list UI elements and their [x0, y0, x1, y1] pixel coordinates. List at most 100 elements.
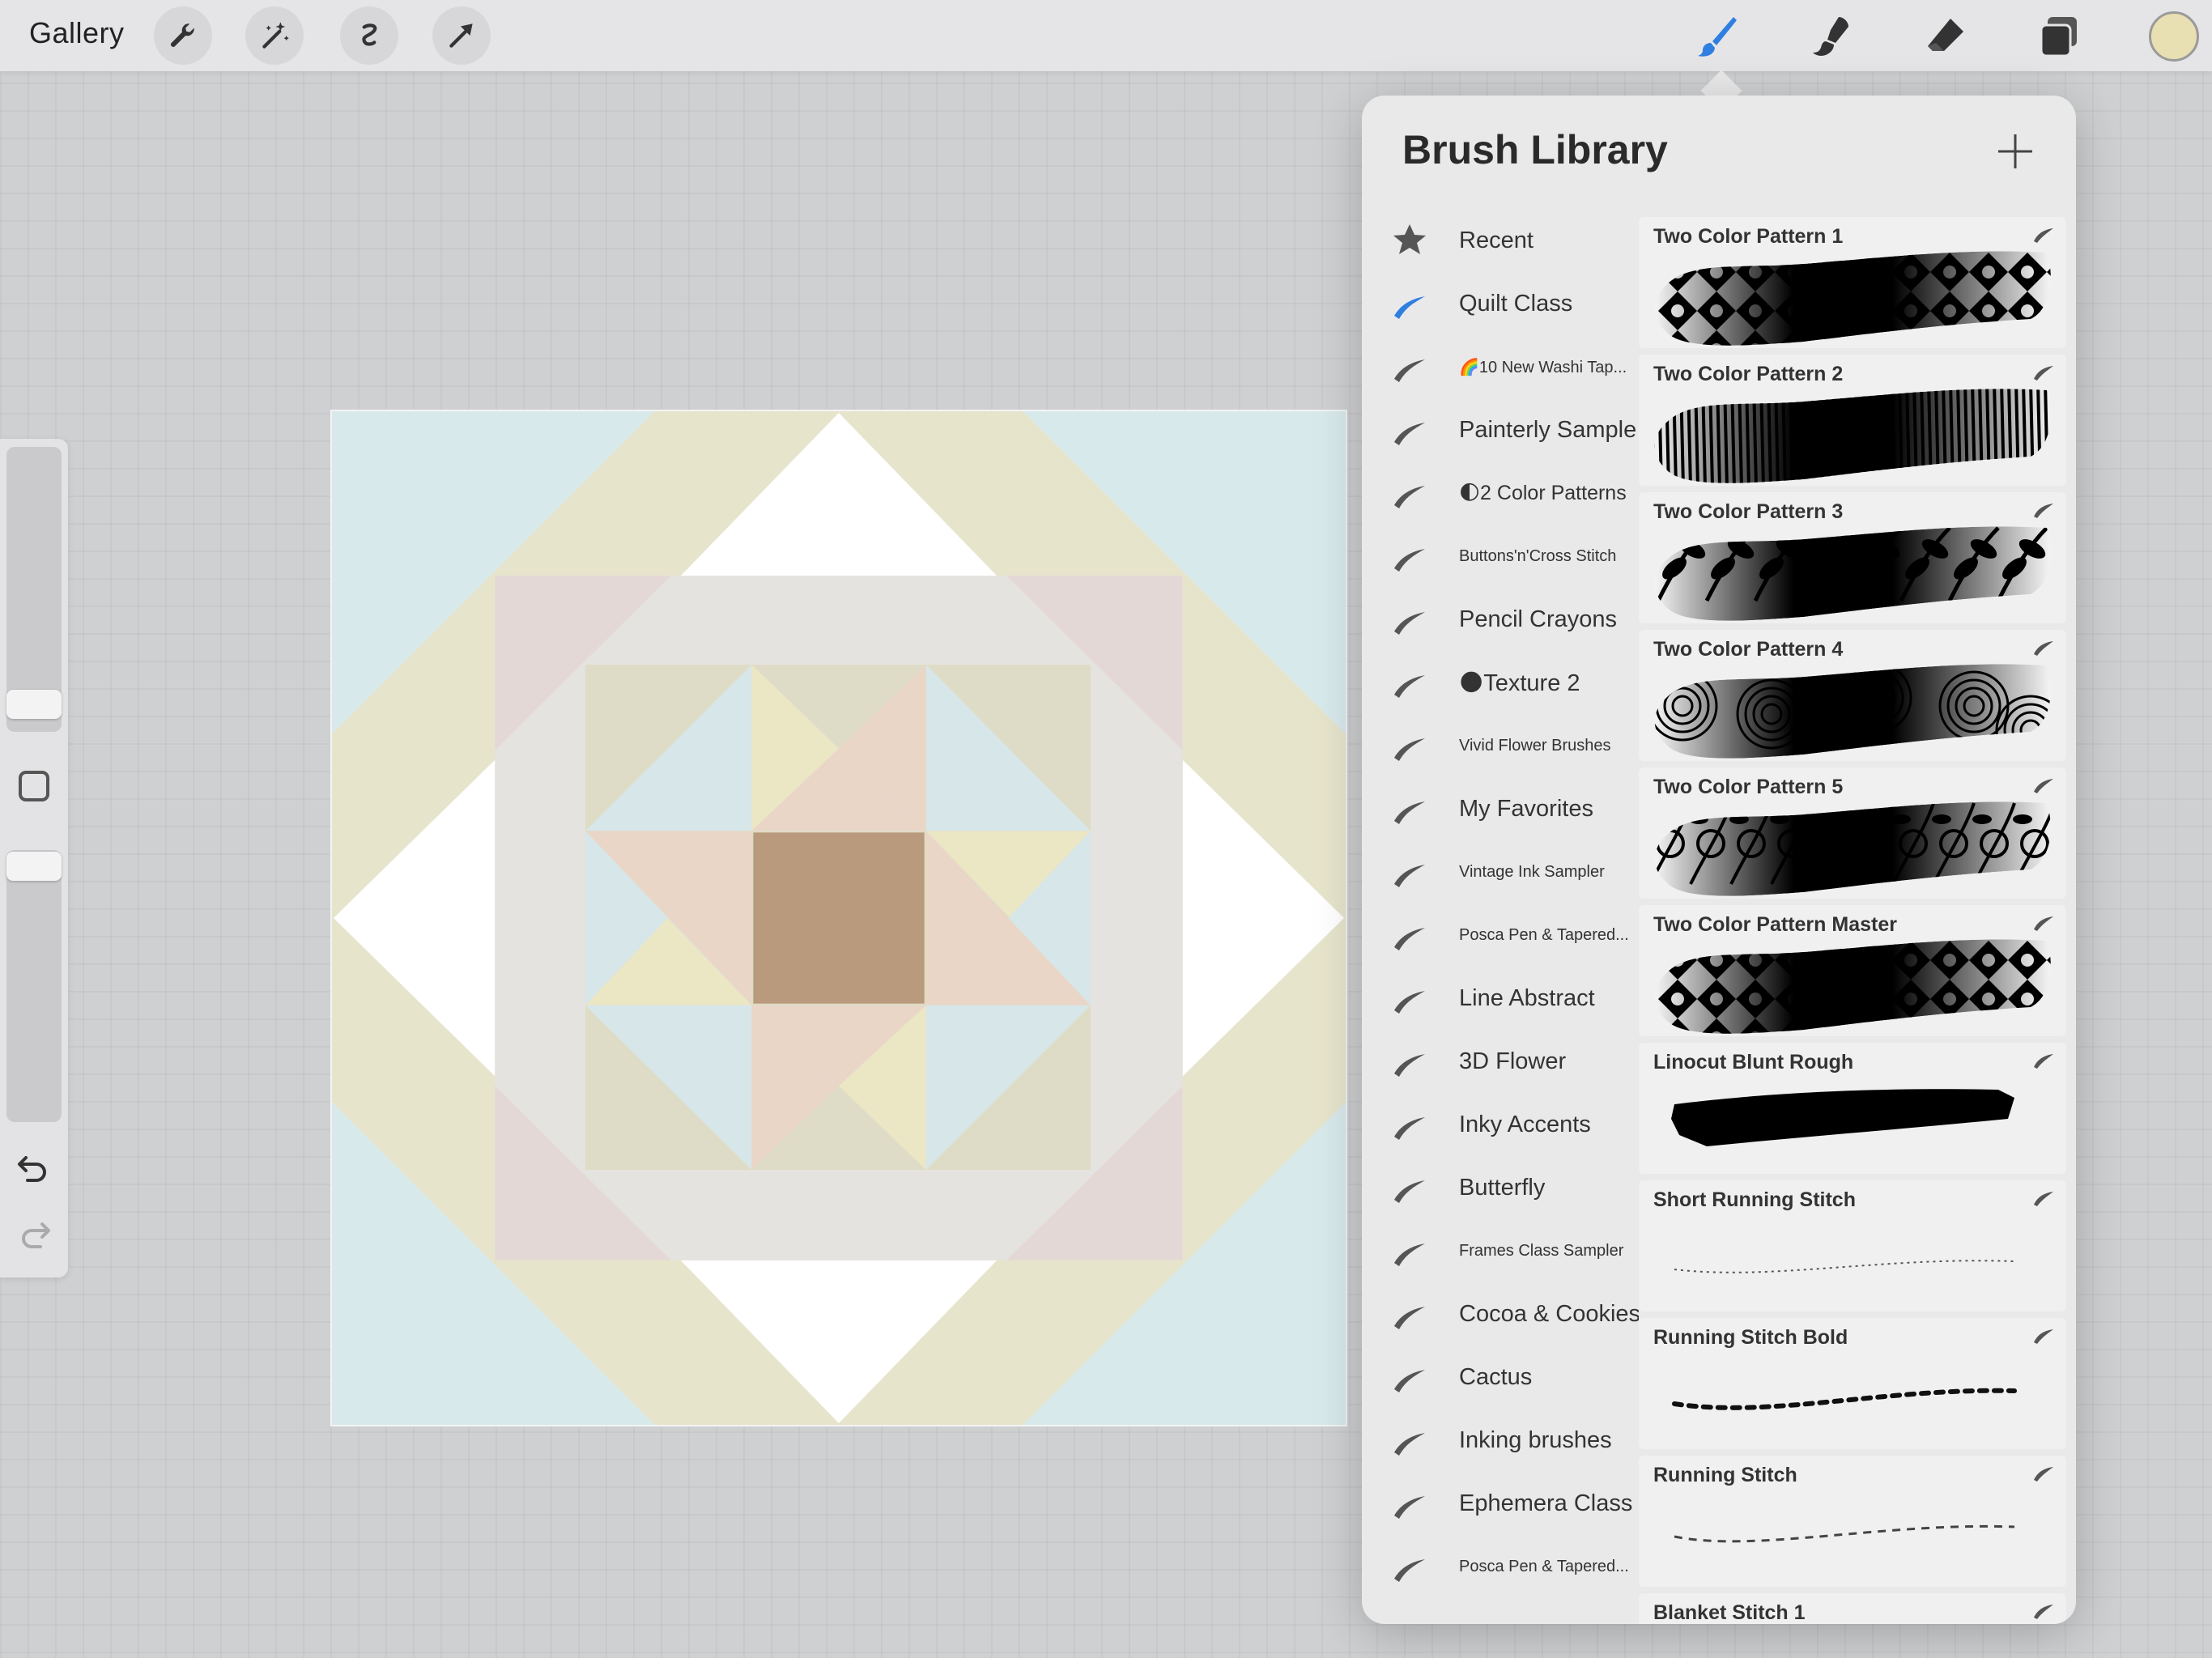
- brush-set-label: Pencil Crayons: [1459, 606, 1618, 632]
- brush-stroke-icon: [2034, 779, 2053, 793]
- brush-library-panel: Brush Library Recent Quilt Class 🌈10 New W…: [1362, 96, 2076, 1624]
- brush-card[interactable]: Two Color Pattern 2: [1639, 355, 2066, 486]
- redo-icon[interactable]: [16, 1216, 52, 1252]
- adjustments-button[interactable]: [245, 6, 304, 65]
- brush-set-item[interactable]: 🌑Texture 2: [1362, 651, 1637, 714]
- left-sidebar: [0, 439, 68, 1278]
- undo-icon[interactable]: [16, 1150, 52, 1185]
- brush-set-item[interactable]: Line Abstract: [1362, 967, 1637, 1030]
- brush-card[interactable]: Running Stitch: [1639, 1456, 2066, 1587]
- brush-stroke-icon: [1394, 423, 1425, 445]
- top-toolbar: Gallery: [0, 0, 2212, 71]
- modify-square-icon[interactable]: [19, 771, 49, 801]
- brush-set-item[interactable]: Quilt Class: [1362, 272, 1637, 335]
- brush-set-item[interactable]: Butterfly: [1362, 1156, 1637, 1219]
- brush-set-item[interactable]: Ephemera Class: [1362, 1472, 1637, 1535]
- brush-name: Running Stitch: [1653, 1464, 1797, 1486]
- brush-card[interactable]: Two Color Pattern Master: [1639, 905, 2066, 1036]
- brush-stroke-icon: [1394, 1244, 1425, 1266]
- brush-set-item[interactable]: Frames Class Sampler: [1362, 1219, 1637, 1282]
- brush-stroke-icon: [1394, 549, 1425, 572]
- brush-stroke-icon: [1394, 1370, 1425, 1392]
- brush-stroke-icon: [2034, 1054, 2053, 1069]
- brush-name: Blanket Stitch 1: [1653, 1601, 1806, 1624]
- brush-stroke-icon: [2034, 1467, 2053, 1482]
- brush-stroke-icon: [2034, 916, 2053, 931]
- selection-button[interactable]: [340, 6, 398, 65]
- brush-name: Two Color Pattern Master: [1653, 913, 1897, 936]
- brush-name: Short Running Stitch: [1653, 1188, 1856, 1211]
- gallery-button[interactable]: Gallery: [29, 16, 125, 50]
- brush-set-label: Posca Pen & Tapered...: [1459, 925, 1629, 944]
- eraser-tool-button[interactable]: [1917, 8, 1974, 65]
- opacity-slider[interactable]: [6, 850, 62, 1122]
- brush-set-item[interactable]: Pencil Crayons: [1362, 588, 1637, 651]
- brush-set-item[interactable]: Painterly Sample: [1362, 398, 1637, 461]
- add-brush-set-plus-icon[interactable]: [1995, 131, 2035, 172]
- magic-wand-icon: [262, 22, 289, 49]
- brush-stroke-icon: [1394, 801, 1425, 824]
- brush-set-label: 🌈10 New Washi Tap...: [1459, 358, 1627, 376]
- transform-arrow-icon: [449, 23, 473, 48]
- brush-card[interactable]: Two Color Pattern 4: [1639, 630, 2066, 761]
- brush-name: Two Color Pattern 5: [1653, 776, 1844, 798]
- brush-set-label: Recent: [1459, 227, 1534, 253]
- brush-set-item[interactable]: Inky Accents: [1362, 1093, 1637, 1156]
- brush-set-label: Cactus: [1459, 1363, 1533, 1390]
- paintbrush-icon: [1698, 17, 1737, 57]
- brush-set-label: Quilt Class: [1459, 290, 1573, 317]
- brush-set-label: Vintage Ink Sampler: [1459, 862, 1605, 881]
- brush-set-item[interactable]: Cactus: [1362, 1346, 1637, 1409]
- brush-card[interactable]: Linocut Blunt Rough: [1639, 1043, 2066, 1174]
- brush-set-item[interactable]: 🌈10 New Washi Tap...: [1362, 335, 1637, 398]
- brush-set-item[interactable]: Recent: [1362, 209, 1637, 272]
- brush-stroke-icon: [2034, 641, 2053, 656]
- brush-size-knob[interactable]: [6, 690, 62, 719]
- brush-set-item[interactable]: 3D Flower: [1362, 1030, 1637, 1093]
- brush-stroke-icon: [2034, 504, 2053, 518]
- brush-card[interactable]: Two Color Pattern 3: [1639, 492, 2066, 623]
- brush-card[interactable]: Short Running Stitch: [1639, 1180, 2066, 1312]
- brush-set-label: Inky Accents: [1459, 1111, 1591, 1137]
- brush-card[interactable]: Two Color Pattern 5: [1639, 767, 2066, 899]
- brush-stroke-icon: [2034, 228, 2053, 243]
- brush-set-item[interactable]: Buttons'n'Cross Stitch: [1362, 525, 1637, 588]
- brush-library-title: Brush Library: [1402, 127, 1668, 172]
- brush-card[interactable]: Blanket Stitch 1: [1639, 1593, 2066, 1624]
- brush-set-item[interactable]: Inking brushes: [1362, 1409, 1637, 1472]
- brush-stroke-icon: [1394, 928, 1425, 950]
- brush-name: Two Color Pattern 4: [1653, 638, 1844, 661]
- selection-icon: [362, 23, 377, 46]
- brush-stroke-icon: [2034, 1192, 2053, 1206]
- brush-set-item[interactable]: Vivid Flower Brushes: [1362, 714, 1637, 777]
- brush-set-item[interactable]: Cocoa & Cookies: [1362, 1282, 1639, 1346]
- brush-name: Linocut Blunt Rough: [1653, 1051, 1854, 1073]
- brush-card[interactable]: Running Stitch Bold: [1639, 1318, 2066, 1449]
- brush-stroke-icon: [1394, 486, 1425, 508]
- eraser-icon: [1928, 19, 1963, 51]
- brush-stroke-icon: [2034, 1605, 2053, 1619]
- brush-tool-button[interactable]: [1689, 8, 1746, 65]
- layers-button[interactable]: [2031, 8, 2087, 65]
- brush-stroke-icon: [2034, 1329, 2053, 1344]
- opacity-knob[interactable]: [6, 852, 62, 881]
- actions-button[interactable]: [154, 6, 212, 65]
- brush-set-label: Line Abstract: [1459, 984, 1595, 1011]
- brush-set-item[interactable]: My Favorites: [1362, 777, 1637, 840]
- brush-set-label: Buttons'n'Cross Stitch: [1459, 546, 1617, 565]
- brush-set-item[interactable]: Vintage Ink Sampler: [1362, 840, 1637, 903]
- brush-set-item[interactable]: 🌓2 Color Patterns: [1362, 461, 1637, 525]
- color-picker-button[interactable]: [2149, 11, 2199, 62]
- brush-stroke-icon: [1394, 738, 1425, 761]
- brush-stroke-icon: [1394, 1433, 1425, 1456]
- drawing-canvas[interactable]: [330, 410, 1347, 1426]
- transform-button[interactable]: [432, 6, 491, 65]
- brush-stroke-icon: [1394, 612, 1425, 635]
- brush-card[interactable]: Two Color Pattern 1: [1639, 217, 2066, 348]
- brush-stroke-icon: [1394, 1117, 1425, 1140]
- brush-set-item[interactable]: Posca Pen & Tapered...: [1362, 903, 1637, 967]
- brush-set-item[interactable]: Posca Pen & Tapered...: [1362, 1535, 1637, 1598]
- brush-set-label: Ephemera Class: [1459, 1490, 1633, 1516]
- smudge-tool-button[interactable]: [1804, 8, 1861, 65]
- brush-set-label: Frames Class Sampler: [1459, 1241, 1624, 1260]
